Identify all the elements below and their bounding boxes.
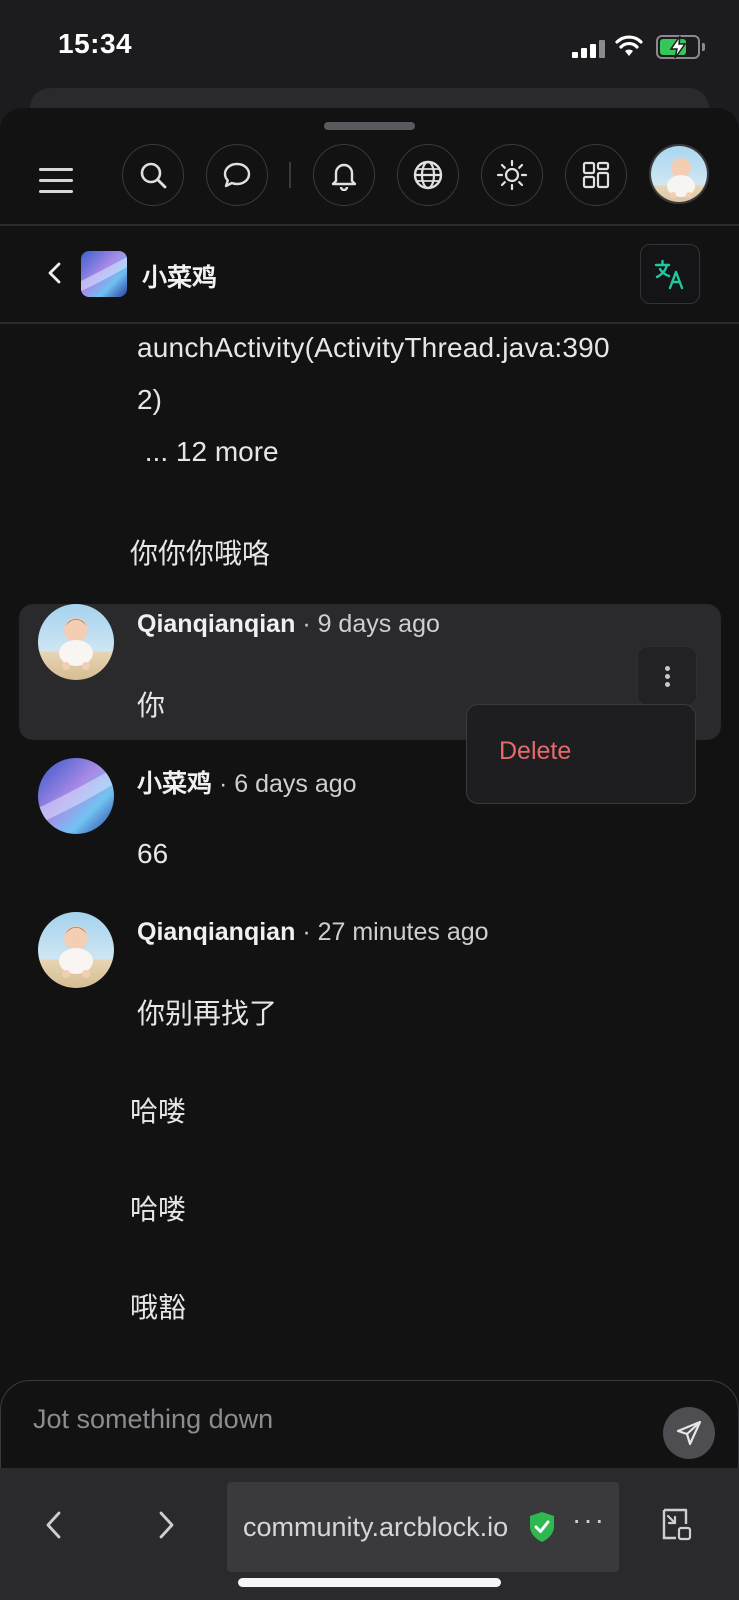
top-toolbar — [0, 136, 739, 230]
chat-bubble-icon — [223, 162, 251, 188]
send-button[interactable] — [663, 1407, 715, 1459]
author-avatar[interactable] — [38, 758, 114, 834]
menu-button[interactable] — [36, 162, 76, 202]
address-bar[interactable]: community.arcblock.io ··· — [227, 1482, 619, 1572]
wifi-icon — [615, 35, 643, 56]
chevron-right-icon — [159, 1511, 174, 1539]
message-text: 66 — [137, 838, 169, 869]
apps-button[interactable] — [565, 144, 627, 206]
chat-title: 小菜鸡 — [142, 264, 218, 292]
message-text: 你你你哦咯 — [130, 538, 271, 569]
secure-shield-icon — [530, 1512, 554, 1542]
language-button[interactable] — [397, 144, 459, 206]
author-avatar[interactable] — [38, 604, 114, 680]
message-time: · 6 days ago — [218, 770, 357, 798]
delete-menu-item[interactable]: Delete — [499, 737, 571, 766]
tabs-icon[interactable] — [658, 1506, 694, 1544]
message-time: · 27 minutes ago — [302, 918, 489, 946]
chevron-left-icon — [46, 1511, 61, 1539]
bottom-sheet: 小菜鸡 aunchActivity(ActivityThread.java:39… — [0, 108, 739, 1468]
message-text: aunchActivity(ActivityThread.java:390 — [137, 332, 610, 363]
author-name[interactable]: Qianqianqian — [137, 918, 295, 946]
toolbar-divider — [289, 162, 291, 188]
globe-icon — [413, 160, 443, 190]
sheet-grabber[interactable] — [324, 122, 415, 130]
message-more-button[interactable] — [637, 646, 697, 706]
status-bar: 15:34 — [0, 0, 739, 96]
message-text: 你别再找了 — [137, 998, 278, 1029]
cellular-signal-icon — [572, 38, 605, 58]
back-button[interactable] — [40, 258, 70, 288]
charging-icon — [669, 35, 687, 59]
message-composer — [0, 1380, 739, 1470]
message-meta: Qianqianqian · 9 days ago — [137, 610, 440, 639]
user-avatar[interactable] — [649, 144, 709, 204]
browser-forward-button[interactable] — [140, 1500, 190, 1550]
search-button[interactable] — [122, 144, 184, 206]
home-indicator[interactable] — [238, 1578, 501, 1587]
translate-icon — [654, 259, 684, 290]
message-text: ... 12 more — [137, 436, 279, 467]
message-text: 哈喽 — [130, 1096, 187, 1127]
bell-icon — [331, 163, 357, 191]
author-name[interactable]: Qianqianqian — [137, 610, 295, 638]
search-icon — [140, 162, 167, 189]
message-meta: 小菜鸡 · 6 days ago — [137, 764, 357, 800]
message-text: 哈喽 — [130, 1194, 187, 1225]
grid-icon — [582, 161, 610, 189]
notifications-button[interactable] — [313, 144, 375, 206]
message-time: · 9 days ago — [302, 610, 440, 638]
chat-button[interactable] — [206, 144, 268, 206]
chat-header: 小菜鸡 — [0, 226, 739, 322]
more-horizontal-icon[interactable]: ··· — [572, 1504, 606, 1536]
message-input[interactable] — [33, 1399, 633, 1439]
translate-button[interactable] — [640, 244, 700, 304]
author-name[interactable]: 小菜鸡 — [137, 770, 212, 798]
url-text[interactable]: community.arcblock.io — [243, 1512, 525, 1543]
chat-avatar — [81, 251, 127, 297]
message-text: 2) — [137, 384, 162, 415]
author-avatar[interactable] — [38, 912, 114, 988]
sun-icon — [496, 159, 528, 191]
send-icon — [676, 1420, 702, 1446]
chevron-left-icon — [48, 262, 61, 284]
message-context-menu: Delete — [466, 704, 696, 804]
message-meta: Qianqianqian · 27 minutes ago — [137, 918, 489, 947]
message-text: 你 — [137, 690, 166, 721]
browser-back-button[interactable] — [30, 1500, 80, 1550]
message-list: aunchActivity(ActivityThread.java:390 2)… — [0, 324, 739, 1468]
more-vertical-icon — [664, 663, 670, 690]
message-text: 哦豁 — [130, 1292, 187, 1323]
theme-toggle-button[interactable] — [481, 144, 543, 206]
status-time: 15:34 — [58, 28, 133, 59]
